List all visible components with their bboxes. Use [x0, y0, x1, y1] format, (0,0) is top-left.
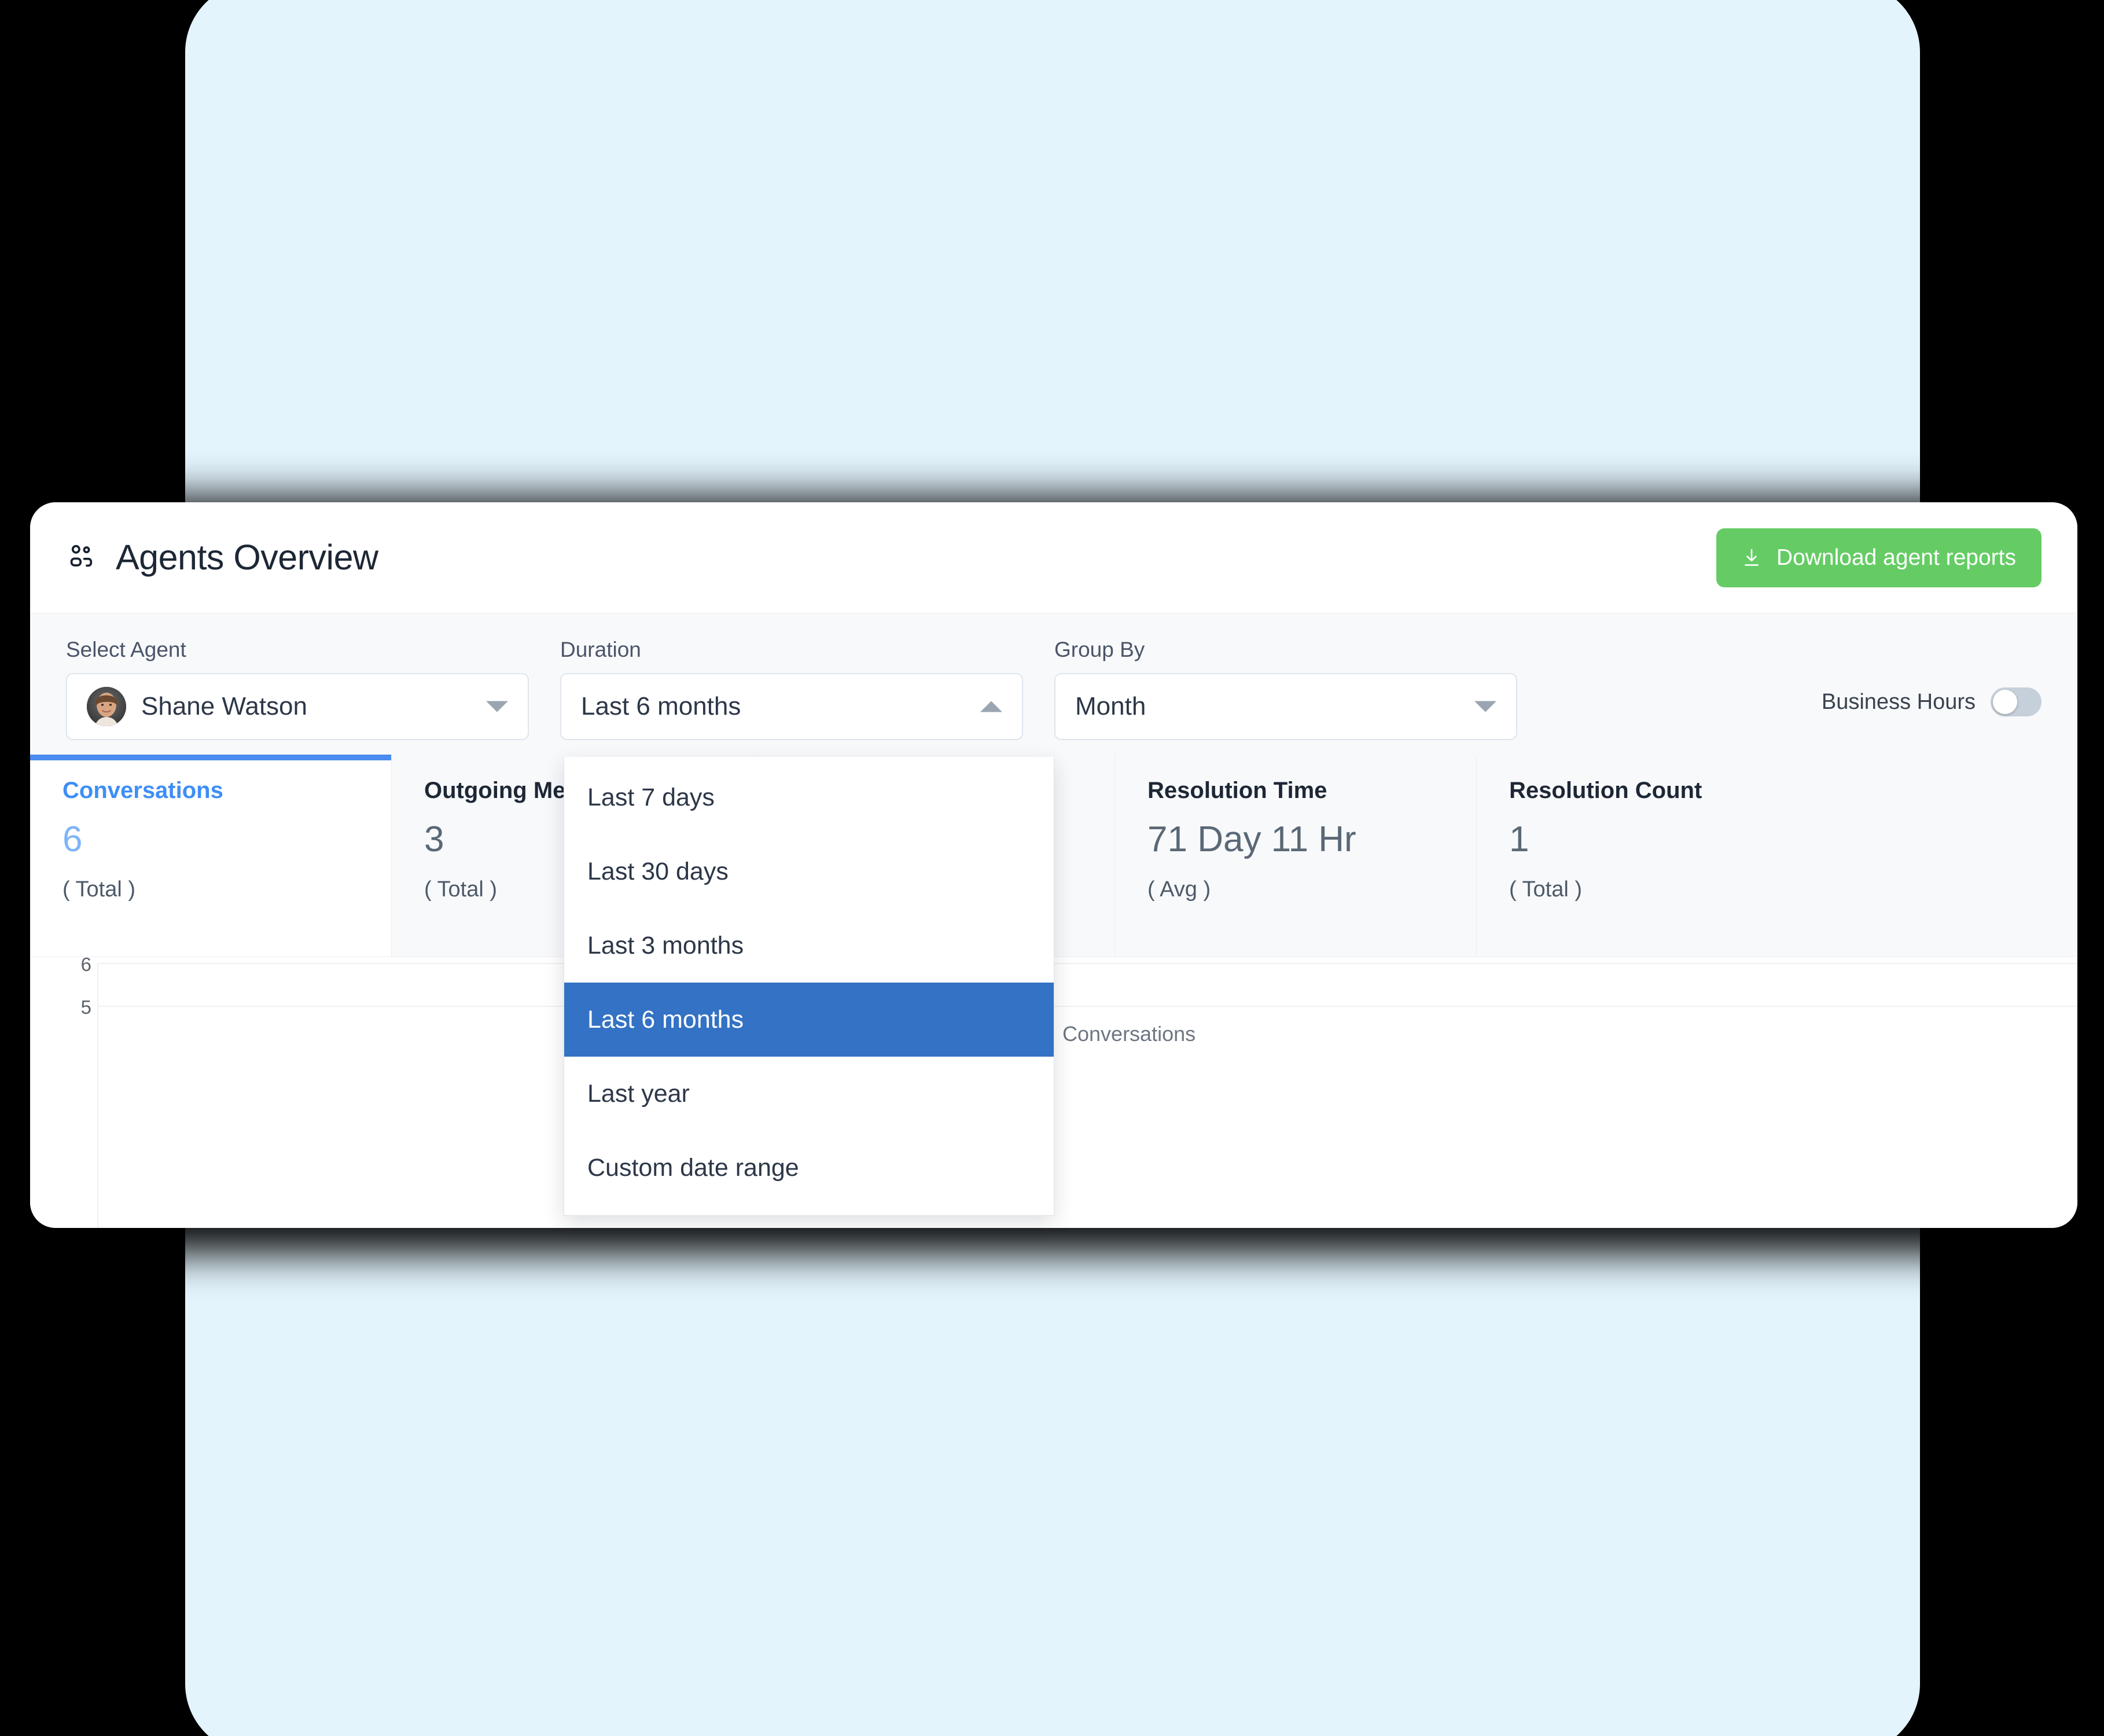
download-button-label: Download agent reports [1776, 545, 2016, 571]
toggle-knob [1993, 690, 2017, 714]
selected-duration-value: Last 6 months [581, 694, 741, 719]
agents-group-icon [66, 543, 96, 573]
tab-resolution-time[interactable]: Resolution Time 71 Day 11 Hr ( Avg ) [1115, 755, 1477, 957]
chevron-up-icon [980, 701, 1002, 712]
y-tick-label: 6 [45, 957, 91, 976]
header-title-group: Agents Overview [66, 540, 378, 575]
page-title: Agents Overview [116, 540, 378, 575]
duration-option-last-3-months[interactable]: Last 3 months [564, 909, 1054, 983]
tab-resolution-count[interactable]: Resolution Count 1 ( Total ) [1477, 755, 1838, 957]
metric-subtitle: ( Total ) [62, 878, 359, 900]
chart-gridline [97, 1006, 2076, 1007]
metric-name: Resolution Count [1509, 779, 1806, 802]
chevron-down-icon [486, 701, 508, 712]
card-header: Agents Overview Download agent reports [30, 502, 2077, 613]
duration-option-last-7-days[interactable]: Last 7 days [564, 760, 1054, 834]
metric-subtitle: ( Avg ) [1147, 878, 1444, 900]
selected-group-by-value: Month [1075, 694, 1146, 719]
duration-dropdown-menu: Last 7 days Last 30 days Last 3 months L… [564, 757, 1054, 1216]
filters-row: Select Agent [66, 639, 2042, 740]
select-agent-dropdown[interactable]: Shane Watson [66, 673, 529, 740]
tab-conversations[interactable]: Conversations 6 ( Total ) [30, 755, 392, 957]
duration-dropdown[interactable]: Last 6 months [560, 673, 1023, 740]
metric-name: Conversations [62, 779, 359, 802]
filter-select-agent: Select Agent [66, 639, 529, 740]
group-by-label: Group By [1054, 639, 1517, 660]
duration-option-last-6-months[interactable]: Last 6 months [564, 983, 1054, 1057]
filter-bar: Select Agent [30, 613, 2077, 755]
chart-gridline [97, 963, 2076, 964]
metric-value: 1 [1509, 822, 1806, 858]
chart-legend-conversations: Conversations [1062, 1022, 1196, 1046]
duration-option-custom-date-range[interactable]: Custom date range [564, 1131, 1054, 1205]
metric-value: 71 Day 11 Hr [1147, 822, 1444, 858]
metric-subtitle: ( Total ) [1509, 878, 1806, 900]
business-hours-toggle[interactable] [1991, 687, 2042, 716]
metric-value: 6 [62, 822, 359, 858]
download-agent-reports-button[interactable]: Download agent reports [1716, 528, 2042, 587]
duration-option-last-year[interactable]: Last year [564, 1057, 1054, 1131]
duration-label: Duration [560, 639, 1023, 660]
chart-axis-line [97, 963, 98, 1228]
screen-root: Agents Overview Download agent reports S… [0, 0, 2104, 1736]
business-hours-control: Business Hours [1822, 687, 2042, 716]
agent-avatar [87, 687, 126, 726]
business-hours-label: Business Hours [1822, 691, 1976, 713]
group-by-dropdown[interactable]: Month [1054, 673, 1517, 740]
duration-option-last-30-days[interactable]: Last 30 days [564, 834, 1054, 909]
y-tick-label: 5 [45, 996, 91, 1018]
chevron-down-icon [1474, 701, 1496, 712]
filter-duration: Duration Last 6 months [560, 639, 1023, 740]
filter-group-by: Group By Month [1054, 639, 1517, 740]
select-agent-label: Select Agent [66, 639, 529, 660]
download-icon [1742, 547, 1761, 568]
selected-agent-name: Shane Watson [141, 694, 307, 719]
metric-name: Resolution Time [1147, 779, 1444, 802]
